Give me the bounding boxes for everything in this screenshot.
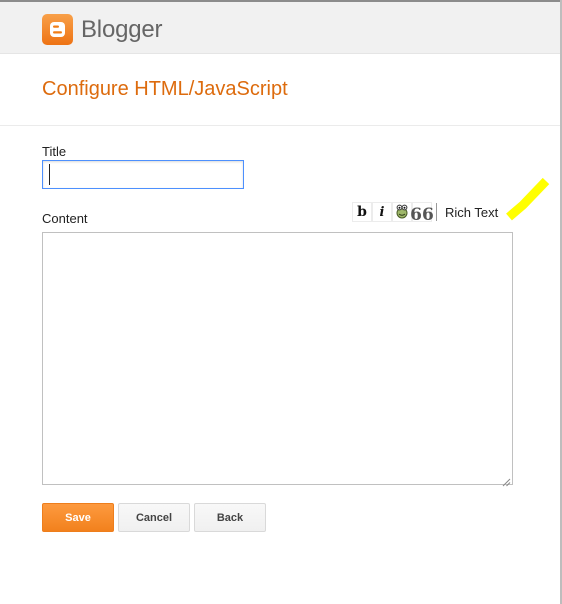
- bold-button[interactable]: b: [352, 202, 372, 222]
- blogger-logo-icon[interactable]: [42, 14, 73, 45]
- toolbar-separator: [436, 203, 437, 221]
- insert-link-button[interactable]: [392, 202, 412, 222]
- italic-button[interactable]: i: [372, 202, 392, 222]
- blockquote-button[interactable]: 66: [410, 202, 434, 225]
- text-cursor: [49, 164, 50, 185]
- formatting-toolbar: b i 66 Rich Text: [352, 201, 498, 225]
- resize-handle-icon[interactable]: [502, 474, 511, 492]
- title-input[interactable]: [42, 160, 244, 189]
- insert-link-icon: [394, 203, 410, 222]
- page-title: Configure HTML/JavaScript: [42, 78, 288, 100]
- cancel-button[interactable]: Cancel: [118, 503, 190, 532]
- content-textarea[interactable]: [42, 232, 513, 485]
- back-button[interactable]: Back: [194, 503, 266, 532]
- brand-name[interactable]: Blogger: [81, 16, 163, 44]
- header-divider: [0, 125, 560, 126]
- app-header: Blogger: [0, 2, 560, 54]
- save-button[interactable]: Save: [42, 503, 114, 532]
- highlighter-mark: [505, 175, 551, 230]
- title-label: Title: [42, 144, 67, 159]
- rich-text-toggle[interactable]: Rich Text: [445, 205, 498, 220]
- blogger-configure-widget-page: Blogger Configure HTML/JavaScript Title …: [0, 0, 562, 604]
- content-label: Content: [42, 211, 88, 226]
